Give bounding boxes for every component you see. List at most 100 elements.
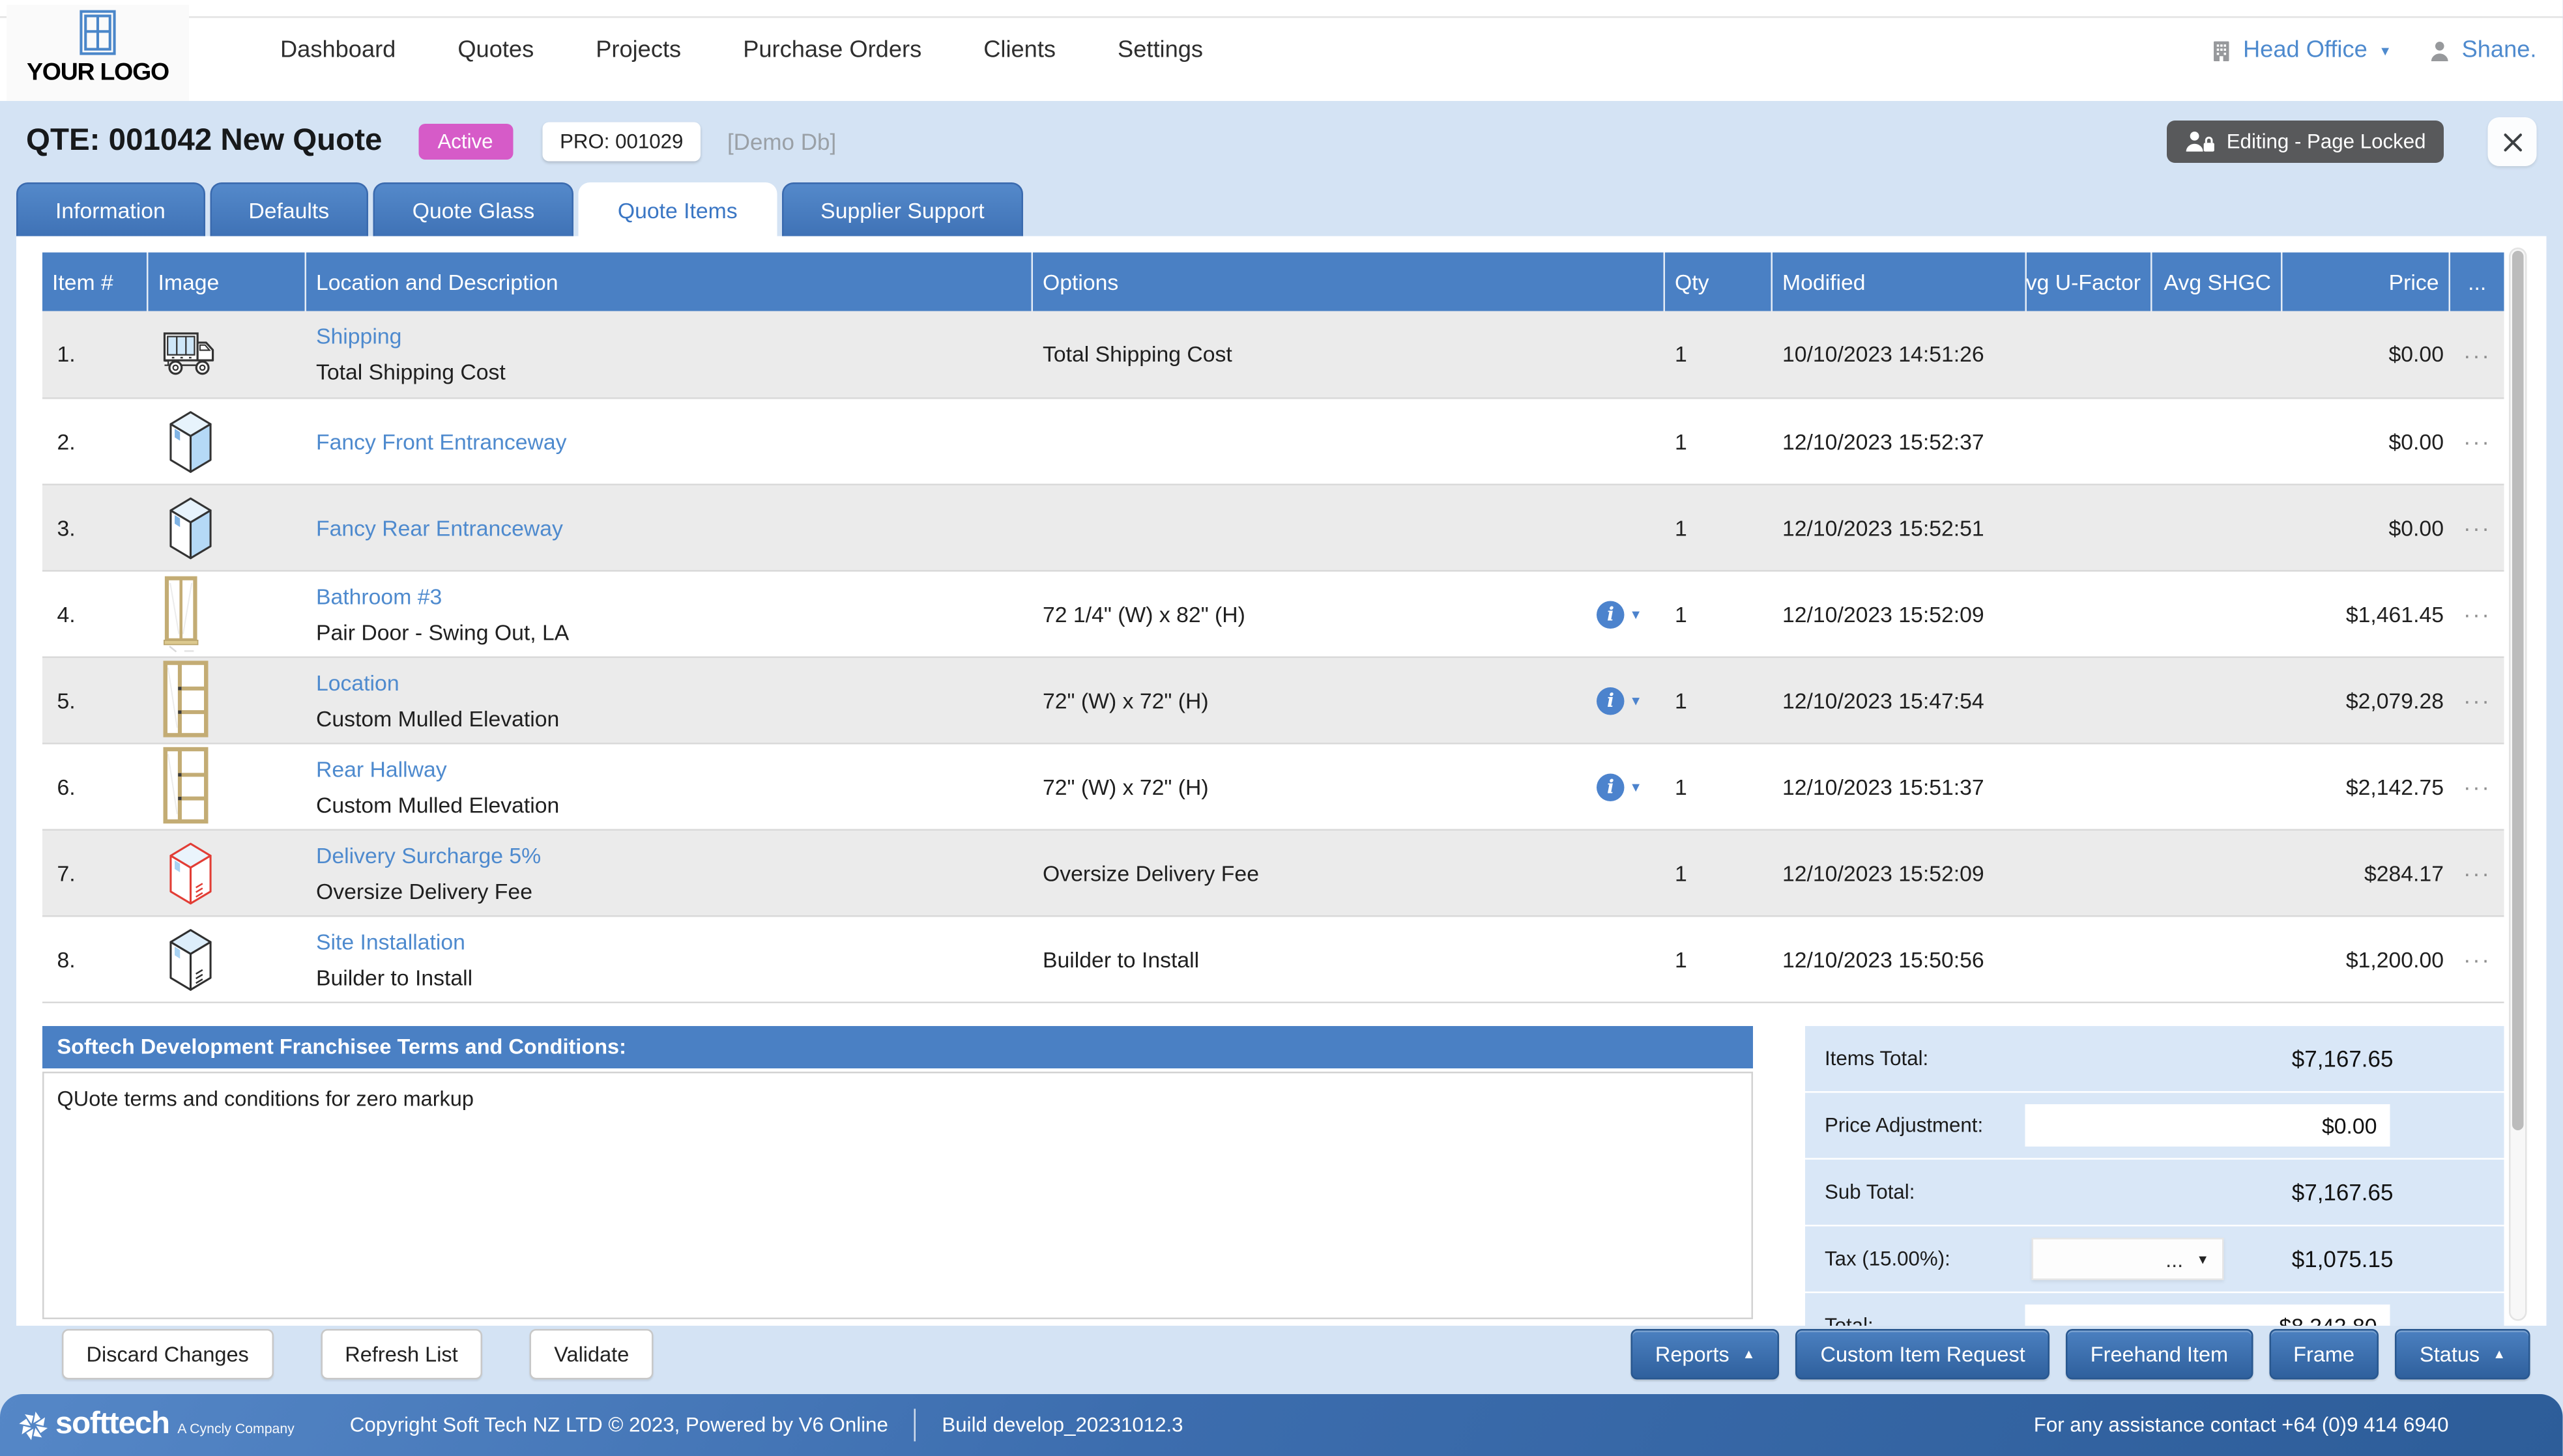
frame-button[interactable]: Frame xyxy=(2269,1329,2379,1380)
row-menu-icon[interactable] xyxy=(2450,341,2504,367)
totals-value: $1,075.15 xyxy=(2292,1246,2394,1272)
quote-header-right: Editing - Page Locked xyxy=(2166,117,2536,166)
button-label: Status xyxy=(2420,1342,2480,1367)
box-red-icon xyxy=(162,837,220,909)
item-price: $284.17 xyxy=(2283,861,2451,885)
nav-item-quotes[interactable]: Quotes xyxy=(457,38,534,64)
nav-item-purchase-orders[interactable]: Purchase Orders xyxy=(743,38,921,64)
totals-input[interactable]: $0.00 xyxy=(2025,1104,2390,1147)
item-image[interactable] xyxy=(149,492,307,564)
refresh-list-button[interactable]: Refresh List xyxy=(321,1329,482,1380)
info-dropdown[interactable] xyxy=(1597,773,1642,801)
pro-button[interactable]: PRO: 001029 xyxy=(542,122,701,162)
reports-button[interactable]: Reports xyxy=(1630,1329,1780,1380)
column-header-price[interactable]: Price xyxy=(2283,253,2451,311)
button-label: Freehand Item xyxy=(2091,1342,2228,1367)
column-header-image[interactable]: Image xyxy=(149,253,307,311)
item-image[interactable] xyxy=(149,924,307,995)
info-dropdown[interactable] xyxy=(1597,687,1642,715)
item-price: $1,200.00 xyxy=(2283,947,2451,972)
column-header-avg-shgc[interactable]: Avg SHGC xyxy=(2152,253,2283,311)
scrollbar-thumb[interactable] xyxy=(2512,251,2524,1130)
nav-item-settings[interactable]: Settings xyxy=(1118,38,1203,64)
tab-defaults[interactable]: Defaults xyxy=(209,182,368,236)
table-row[interactable]: 6. Rear Hallway Custom Mulled Elevation … xyxy=(42,743,2504,829)
item-name-link[interactable]: Shipping xyxy=(316,324,1023,349)
nav-item-projects[interactable]: Projects xyxy=(596,38,681,64)
row-menu-icon[interactable] xyxy=(2450,947,2504,973)
company-logo[interactable]: YOUR LOGO xyxy=(7,5,189,102)
action-bar-right: Reports Custom Item Request Freehand Ite… xyxy=(1630,1329,2530,1380)
info-dropdown[interactable] xyxy=(1597,600,1642,628)
item-name-link[interactable]: Bathroom #3 xyxy=(316,584,1023,608)
column-header-more[interactable]: ... xyxy=(2450,253,2504,311)
tab-quote-glass[interactable]: Quote Glass xyxy=(373,182,574,236)
item-description: Total Shipping Cost xyxy=(316,360,1023,385)
item-options-cell: 72" (W) x 72" (H) xyxy=(1033,687,1665,715)
table-row[interactable]: 4. Bathroom #3 Pair Door - Swing Out, LA… xyxy=(42,570,2504,657)
item-image[interactable] xyxy=(149,660,307,741)
item-number: 6. xyxy=(42,775,149,799)
item-location: Location Custom Mulled Elevation xyxy=(306,670,1033,731)
row-menu-icon[interactable] xyxy=(2450,429,2504,455)
tax-dropdown[interactable]: ... xyxy=(2032,1238,2224,1280)
item-name-link[interactable]: Location xyxy=(316,670,1023,695)
scrollbar-track[interactable] xyxy=(2509,248,2527,1321)
user-menu[interactable]: Shane. xyxy=(2427,38,2536,64)
table-row[interactable]: 8. Site Installation Builder to Install … xyxy=(42,915,2504,1002)
tab-quote-items[interactable]: Quote Items xyxy=(579,182,777,236)
column-header-location-and-description[interactable]: Location and Description xyxy=(306,253,1033,311)
validate-button[interactable]: Validate xyxy=(530,1329,654,1380)
row-menu-icon[interactable] xyxy=(2450,515,2504,541)
column-header-options[interactable]: Options xyxy=(1033,253,1665,311)
item-options-cell: Builder to Install xyxy=(1033,947,1665,972)
table-row[interactable]: 1. Shipping Total Shipping Cost Total Sh… xyxy=(42,311,2504,398)
tab-supplier-support[interactable]: Supplier Support xyxy=(781,182,1023,236)
item-name-link[interactable]: Site Installation xyxy=(316,929,1023,954)
terms-body[interactable]: QUote terms and conditions for zero mark… xyxy=(42,1072,1753,1319)
custom-item-request-button[interactable]: Custom Item Request xyxy=(1796,1329,2049,1380)
content-panel: Item #ImageLocation and DescriptionOptio… xyxy=(16,236,2547,1326)
column-header-avg-u-factor[interactable]: Avg U-Factor xyxy=(2027,253,2152,311)
info-icon xyxy=(1597,687,1625,715)
footer-build: Build develop_20231012.3 xyxy=(942,1414,1183,1436)
table-row[interactable]: 3. Fancy Rear Entranceway 1 12/10/2023 1… xyxy=(42,484,2504,571)
table-row[interactable]: 2. Fancy Front Entranceway 1 12/10/2023 … xyxy=(42,397,2504,484)
item-price: $0.00 xyxy=(2283,429,2451,454)
footer: softtech A Cyncly Company Copyright Soft… xyxy=(0,1394,2563,1456)
item-image[interactable] xyxy=(149,406,307,478)
row-menu-icon[interactable] xyxy=(2450,860,2504,886)
tab-information[interactable]: Information xyxy=(16,182,205,236)
discard-changes-button[interactable]: Discard Changes xyxy=(62,1329,273,1380)
column-header-item[interactable]: Item # xyxy=(42,253,149,311)
branch-selector[interactable]: Head Office ▼ xyxy=(2208,38,2392,64)
table-row[interactable]: 7. Delivery Surcharge 5% Oversize Delive… xyxy=(42,829,2504,916)
item-name-link[interactable]: Delivery Surcharge 5% xyxy=(316,843,1023,868)
item-name-link[interactable]: Fancy Rear Entranceway xyxy=(316,515,1023,540)
totals-label: Total: xyxy=(1825,1315,1874,1326)
item-name-link[interactable]: Rear Hallway xyxy=(316,756,1023,781)
page-locked-button[interactable]: Editing - Page Locked xyxy=(2166,121,2444,163)
tab-bar: InformationDefaultsQuote GlassQuote Item… xyxy=(16,182,1024,236)
item-image[interactable] xyxy=(149,746,307,827)
totals-input[interactable]: $8,242.80 xyxy=(2025,1305,2390,1326)
chevron-down-icon xyxy=(1629,607,1642,621)
item-options-cell: Oversize Delivery Fee xyxy=(1033,861,1665,885)
column-header-qty[interactable]: Qty xyxy=(1665,253,1773,311)
nav-item-clients[interactable]: Clients xyxy=(983,38,1056,64)
top-nav: YOUR LOGO Dashboard Quotes Projects Purchas… xyxy=(0,0,2563,101)
item-name-link[interactable]: Fancy Front Entranceway xyxy=(316,429,1023,454)
item-image[interactable] xyxy=(149,837,307,909)
status-badge: Active xyxy=(418,124,512,160)
column-header-modified[interactable]: Modified xyxy=(1773,253,2027,311)
freehand-item-button[interactable]: Freehand Item xyxy=(2066,1329,2252,1380)
nav-item-dashboard[interactable]: Dashboard xyxy=(280,38,396,64)
close-button[interactable] xyxy=(2488,117,2537,166)
row-menu-icon[interactable] xyxy=(2450,601,2504,627)
item-image[interactable] xyxy=(149,328,307,382)
item-image[interactable] xyxy=(149,575,307,653)
status-button[interactable]: Status xyxy=(2396,1329,2530,1380)
row-menu-icon[interactable] xyxy=(2450,774,2504,800)
row-menu-icon[interactable] xyxy=(2450,687,2504,713)
table-row[interactable]: 5. Location Custom Mulled Elevation 72" … xyxy=(42,657,2504,743)
